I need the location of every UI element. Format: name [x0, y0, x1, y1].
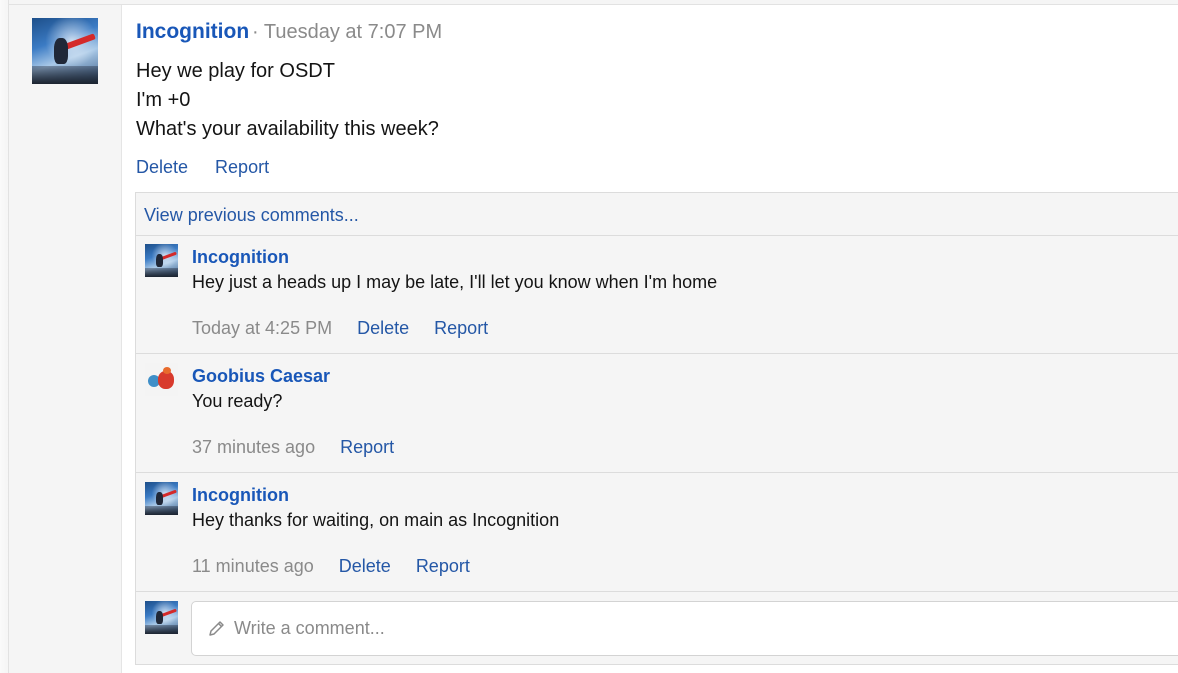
post-line: Hey we play for OSDT	[136, 60, 335, 82]
comment-body: Hey just a heads up I may be late, I'll …	[192, 272, 718, 292]
comment-divider	[136, 472, 1178, 473]
post-report-link[interactable]: Report	[215, 157, 269, 177]
comment-author[interactable]: Goobius Caesar	[192, 366, 330, 387]
comments-section	[135, 192, 1178, 665]
post-body: Hey we play for OSDT I'm +0 What's your …	[136, 57, 439, 144]
post-meta: · Tuesday at 7:07 PM	[252, 21, 442, 44]
pencil-icon	[209, 621, 224, 636]
comment-input-placeholder[interactable]: Write a comment...	[234, 618, 385, 639]
comment-report-link[interactable]: Report	[416, 556, 470, 576]
comment-body: Hey thanks for waiting, on main as Incog…	[192, 510, 560, 530]
post-line: What's your availability this week?	[136, 118, 439, 140]
meta-separator: ·	[252, 21, 259, 43]
avatar-column	[9, 5, 122, 673]
comment-divider	[136, 353, 1178, 354]
comment-divider	[136, 591, 1178, 592]
comment-delete-link[interactable]: Delete	[339, 556, 391, 576]
comment-time[interactable]: 11 minutes ago	[192, 556, 314, 576]
comment-avatar[interactable]	[145, 363, 178, 396]
current-user-avatar	[145, 601, 178, 634]
post-actions: Delete Report	[136, 157, 291, 178]
comment-time[interactable]: Today at 4:25 PM	[192, 318, 332, 338]
comment-author[interactable]: Incognition	[192, 485, 289, 506]
comment-avatar[interactable]	[145, 244, 178, 277]
post-line: I'm +0	[136, 89, 191, 111]
comment-report-link[interactable]: Report	[434, 318, 488, 338]
post-delete-link[interactable]: Delete	[136, 157, 188, 177]
comment-avatar[interactable]	[145, 482, 178, 515]
comment-divider	[136, 235, 1178, 236]
comment-report-link[interactable]: Report	[340, 437, 394, 457]
comment-delete-link[interactable]: Delete	[357, 318, 409, 338]
comment-body: You ready?	[192, 391, 283, 411]
comment-meta: Today at 4:25 PM Delete Report	[192, 318, 508, 339]
comment-meta: 11 minutes ago Delete Report	[192, 556, 490, 577]
top-border	[8, 4, 1178, 5]
post-author-name[interactable]: Incognition	[136, 20, 249, 44]
comment-meta: 37 minutes ago Report	[192, 437, 414, 458]
comment-time[interactable]: 37 minutes ago	[192, 437, 315, 457]
post-author-avatar[interactable]	[32, 18, 98, 84]
view-previous-comments-link[interactable]: View previous comments...	[144, 205, 359, 226]
comment-author[interactable]: Incognition	[192, 247, 289, 268]
post-timestamp[interactable]: Tuesday at 7:07 PM	[264, 21, 442, 43]
